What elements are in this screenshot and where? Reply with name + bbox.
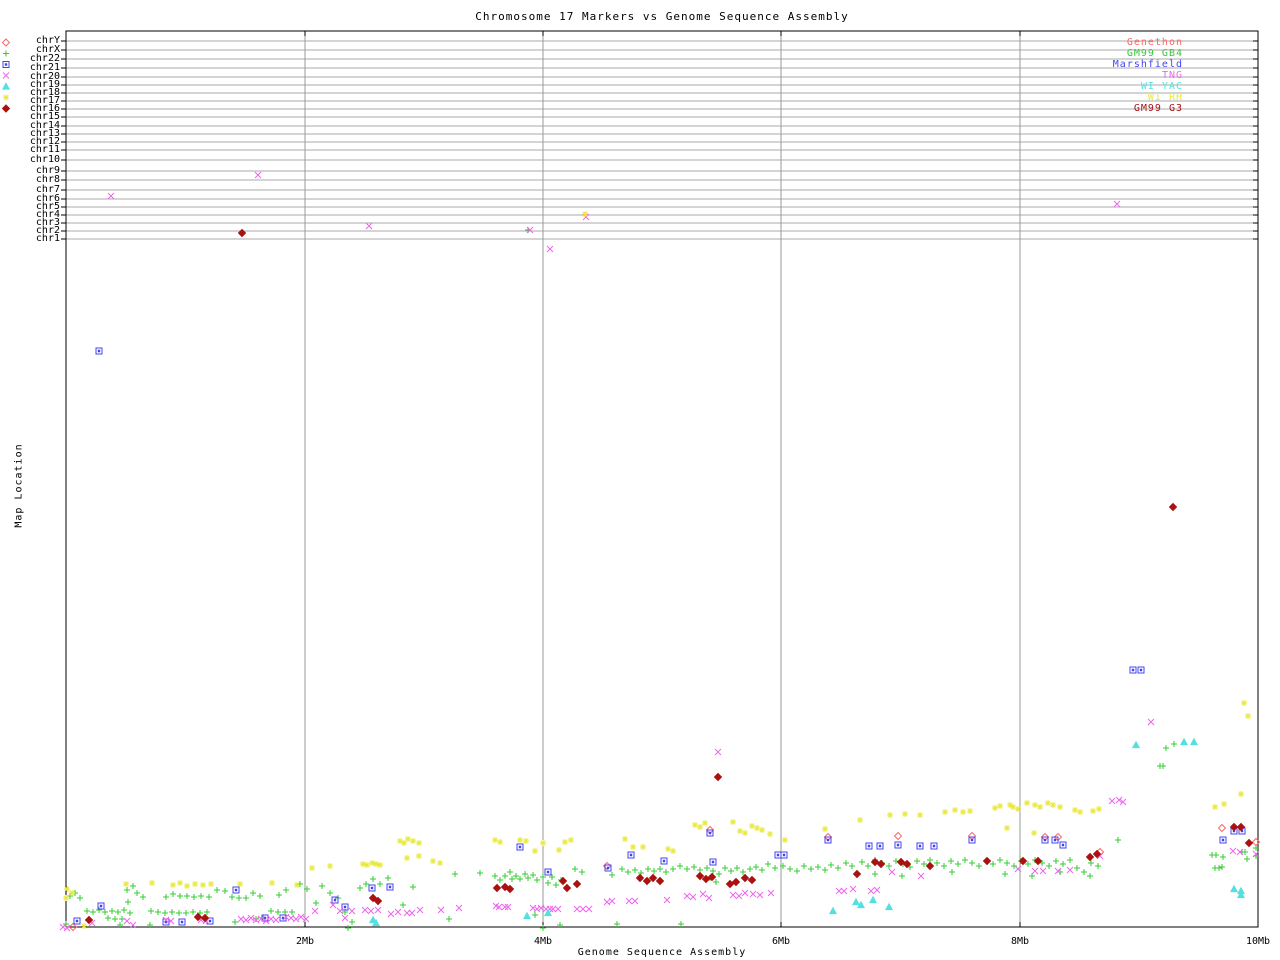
legend-item-wi_rh: WI RH — [0, 92, 1241, 103]
legend-marker-cross-icon — [2, 72, 10, 79]
x-tick-label: 4Mb — [533, 936, 553, 947]
series-gm99_gb4 — [63, 227, 1259, 931]
x-tick-label: 10Mb — [1245, 936, 1271, 947]
legend-item-genethon: Genethon — [0, 37, 1241, 48]
gridlines — [66, 31, 1258, 927]
series-marshfield — [73, 347, 1246, 926]
legend-item-tng: TNG — [0, 70, 1241, 81]
x-tick-label: 6Mb — [771, 936, 791, 947]
legend-marker-open-square-dot-icon — [2, 61, 10, 68]
legend-label: GM99 G3 — [1133, 103, 1183, 114]
plot-area — [59, 30, 1261, 932]
legend-label: TNG — [1161, 70, 1183, 81]
series-tng — [59, 171, 1260, 932]
x-tick-label: 2Mb — [295, 936, 315, 947]
legend-marker-plus-icon — [3, 50, 9, 57]
legend-item-marshfield: Marshfield — [0, 59, 1241, 70]
series-wi_rh — [63, 211, 1251, 929]
chart-page: Chromosome 17 Markers vs Genome Sequence… — [0, 0, 1280, 960]
plot-border — [65, 30, 1259, 928]
legend-label: WI YAC — [1140, 81, 1183, 92]
legend-marker-asterisk-icon — [3, 94, 9, 101]
tick-marks — [61, 31, 1259, 927]
legend-label: WI RH — [1147, 92, 1183, 103]
series-genethon — [68, 823, 1261, 932]
legend-marker-triangle-icon — [1, 82, 11, 90]
legend-marker-filled-diamond-icon — [1, 104, 11, 113]
y-tick-label: chr1 — [35, 233, 60, 244]
legend-item-wi_yac: WI YAC — [0, 81, 1241, 92]
legend-item-gm99_g3: GM99 G3 — [0, 103, 1241, 114]
legend-marker-open-diamond-icon — [1, 38, 11, 47]
legend-label: Genethon — [1126, 37, 1183, 48]
y-tick-label: chr10 — [29, 154, 60, 165]
legend-item-gm99_gb4: GM99 GB4 — [0, 48, 1241, 59]
series-wi_yac — [368, 737, 1246, 927]
x-tick-label: 8Mb — [1010, 936, 1030, 947]
legend-label: GM99 GB4 — [1126, 48, 1183, 59]
legend-label: Marshfield — [1112, 59, 1183, 70]
series-gm99_g3 — [84, 228, 1254, 925]
